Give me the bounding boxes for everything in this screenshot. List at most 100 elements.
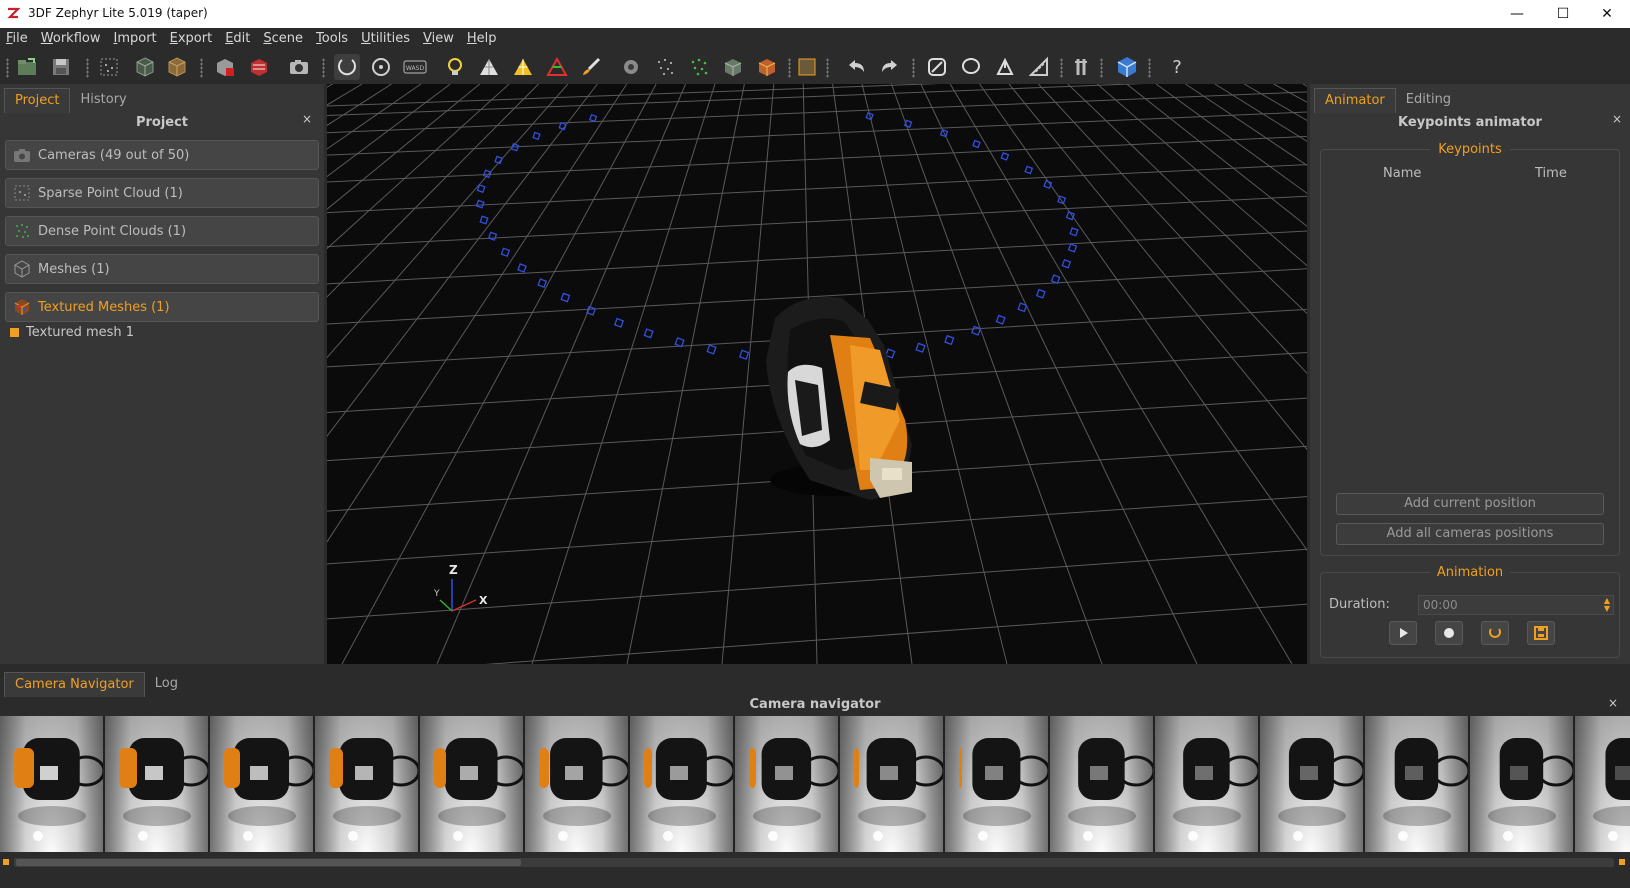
camera-marker[interactable] (674, 337, 685, 348)
camera-marker[interactable] (588, 113, 598, 123)
menu-file[interactable]: File (0, 28, 35, 50)
points-green-button[interactable] (686, 54, 712, 80)
mesh-button[interactable] (164, 54, 190, 80)
undo-button[interactable] (844, 54, 870, 80)
camera-marker[interactable] (1050, 274, 1061, 285)
keypoints-column-name[interactable]: Name (1383, 166, 1421, 181)
toolbar-grip[interactable] (826, 58, 829, 78)
camera-marker[interactable] (903, 119, 913, 128)
camera-thumbnail[interactable] (1155, 716, 1258, 852)
menu-help[interactable]: Help (461, 28, 504, 50)
mesh-yellow-button[interactable] (510, 54, 536, 80)
camera-marker[interactable] (613, 317, 625, 328)
points-button[interactable] (652, 54, 678, 80)
camera-marker[interactable] (944, 334, 955, 346)
camera-marker[interactable] (482, 169, 492, 179)
lasso-button[interactable] (958, 54, 984, 80)
camera-marker[interactable] (537, 278, 548, 289)
camera-marker[interactable] (1069, 227, 1079, 237)
camera-thumbnail[interactable] (735, 716, 838, 852)
camera-thumbnail[interactable] (0, 716, 103, 852)
cube-color-button[interactable] (754, 54, 780, 80)
camera-marker[interactable] (1043, 180, 1053, 190)
camera-marker[interactable] (915, 342, 926, 353)
camera-thumbnail[interactable] (1470, 716, 1573, 852)
camera-thumbnail[interactable] (420, 716, 523, 852)
maximize-button[interactable]: ☐ (1540, 0, 1586, 28)
camera-marker[interactable] (1024, 165, 1034, 175)
menu-scene[interactable]: Scene (257, 28, 310, 50)
menu-edit[interactable]: Edit (219, 28, 257, 50)
minimize-button[interactable]: — (1494, 0, 1540, 28)
camera-thumbnail[interactable] (630, 716, 733, 852)
camera-marker[interactable] (517, 263, 527, 273)
camera-button[interactable] (286, 54, 312, 80)
rotate-button[interactable] (368, 54, 394, 80)
keypoints-list[interactable] (1327, 188, 1613, 484)
play-button[interactable] (1389, 621, 1417, 645)
light-button[interactable] (442, 54, 468, 80)
brush-button[interactable] (578, 54, 604, 80)
camera-thumbnail[interactable] (525, 716, 628, 852)
viewport-scene[interactable] (327, 84, 1307, 664)
camera-marker[interactable] (1065, 211, 1076, 221)
camera-thumbnail[interactable] (210, 716, 313, 852)
animator-panel-close-button[interactable]: × (1612, 112, 1622, 126)
scroll-left-marker[interactable] (3, 859, 9, 865)
camera-marker[interactable] (560, 292, 571, 303)
camera-marker[interactable] (706, 344, 717, 355)
menu-workflow[interactable]: Workflow (35, 28, 108, 50)
toolbar-grip[interactable] (1148, 58, 1151, 78)
camera-thumbnail[interactable] (315, 716, 418, 852)
camera-marker[interactable] (643, 328, 654, 339)
tab-editing[interactable]: Editing (1396, 88, 1461, 112)
open-project-button[interactable] (14, 54, 40, 80)
toolbar-grip[interactable] (322, 58, 325, 78)
add-current-position-button[interactable]: Add current position (1336, 493, 1604, 515)
add-all-cameras-positions-button[interactable]: Add all cameras positions (1336, 523, 1604, 545)
camera-thumbnail-strip[interactable] (0, 716, 1630, 852)
camera-marker[interactable] (972, 139, 981, 149)
mesh-white-button[interactable] (476, 54, 502, 80)
camera-marker[interactable] (558, 121, 567, 131)
scrollbar-thumb[interactable] (16, 859, 521, 866)
save-animation-button[interactable] (1527, 621, 1555, 645)
camera-navigator-close-button[interactable]: × (1608, 696, 1618, 710)
measure-button[interactable] (924, 54, 950, 80)
menu-utilities[interactable]: Utilities (355, 28, 417, 50)
sparse-cloud-button[interactable] (96, 54, 122, 80)
camera-strip-scrollbar[interactable] (0, 855, 1630, 869)
camera-marker[interactable] (494, 155, 503, 165)
ruler-button[interactable] (1026, 54, 1052, 80)
save-button[interactable] (48, 54, 74, 80)
camera-marker[interactable] (1067, 243, 1078, 253)
filter-button[interactable] (618, 54, 644, 80)
camera-thumbnail[interactable] (840, 716, 943, 852)
loop-button[interactable] (1481, 621, 1509, 645)
camera-thumbnail[interactable] (1575, 716, 1630, 852)
tab-camera-navigator[interactable]: Camera Navigator (4, 672, 145, 697)
tab-log[interactable]: Log (145, 672, 188, 696)
textured-mesh-item[interactable]: Textured mesh 1 (10, 325, 134, 340)
menu-tools[interactable]: Tools (310, 28, 355, 50)
select-box-button[interactable] (794, 54, 820, 80)
toolbar-grip[interactable] (788, 58, 791, 78)
toolbar-grip[interactable] (200, 58, 203, 78)
dense-cloud-button[interactable] (132, 54, 158, 80)
camera-marker[interactable] (586, 305, 597, 316)
camera-marker[interactable] (1017, 302, 1028, 313)
camera-thumbnail[interactable] (1050, 716, 1153, 852)
cube-button[interactable] (720, 54, 746, 80)
tab-project[interactable]: Project (4, 88, 71, 113)
close-window-button[interactable]: ✕ (1584, 0, 1630, 28)
menu-export[interactable]: Export (164, 28, 220, 50)
camera-marker[interactable] (475, 199, 485, 209)
menu-view[interactable]: View (417, 28, 461, 50)
textured-mesh-alt-button[interactable] (246, 54, 272, 80)
camera-marker[interactable] (476, 184, 486, 194)
textured-mesh-button[interactable] (212, 54, 238, 80)
duration-input[interactable]: 00:00 ▲ ▼ (1418, 595, 1614, 615)
duration-spinner-icon[interactable]: ▲ ▼ (1604, 597, 1610, 613)
camera-marker[interactable] (1035, 288, 1046, 299)
scroll-right-marker[interactable] (1619, 859, 1625, 865)
